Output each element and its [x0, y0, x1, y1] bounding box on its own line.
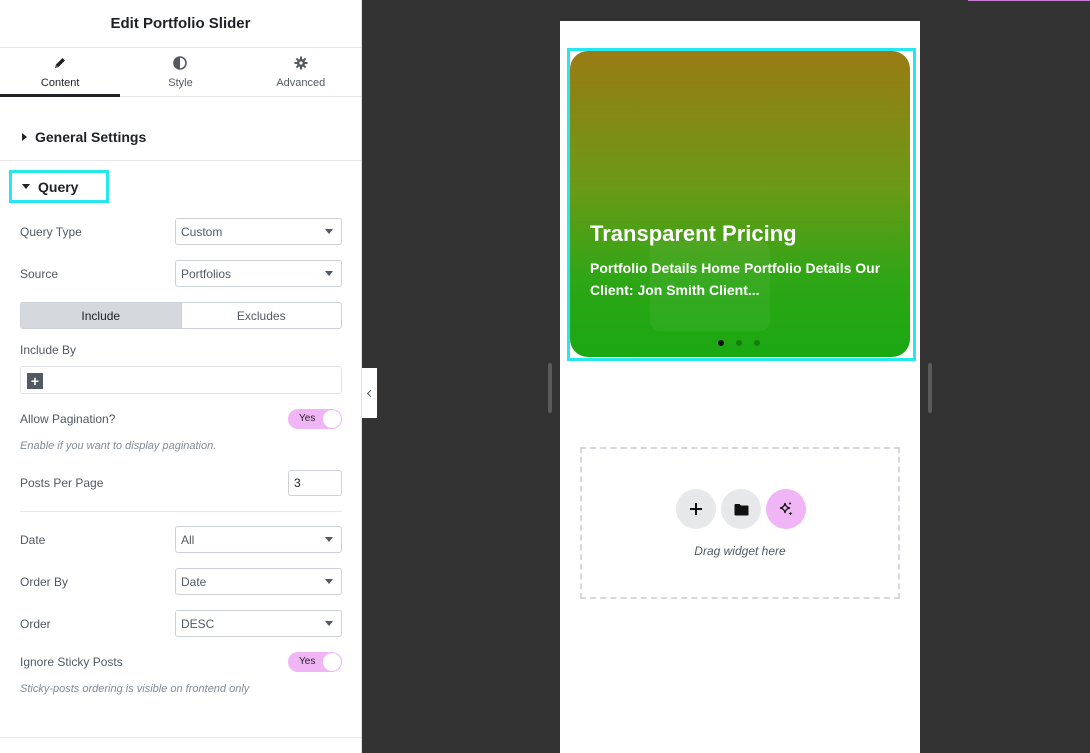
- sticky-help-text: Sticky-posts ordering is visible on fron…: [20, 683, 250, 695]
- template-library-button[interactable]: [721, 489, 761, 529]
- panel-header: Edit Portfolio Slider: [0, 0, 361, 48]
- field-label: Date: [20, 532, 46, 547]
- panel-title: Edit Portfolio Slider: [110, 15, 251, 32]
- tab-content[interactable]: Content: [0, 48, 121, 97]
- field-label: Allow Pagination?: [20, 412, 116, 426]
- select-value: Portfolios: [181, 266, 232, 281]
- divider: [20, 511, 342, 512]
- half-circle-icon: [173, 55, 188, 73]
- toggle-text: Yes: [299, 413, 316, 424]
- excludes-tab[interactable]: Excludes: [182, 303, 342, 328]
- select-value: All: [181, 532, 195, 547]
- pagination-help-text: Enable if you want to display pagination…: [20, 440, 217, 452]
- slide-description: Portfolio Details Home Portfolio Details…: [590, 260, 881, 298]
- field-label: Posts Per Page: [20, 476, 104, 490]
- ignore-sticky-toggle[interactable]: Yes: [288, 652, 342, 672]
- resize-handle-right[interactable]: [928, 363, 932, 413]
- tab-label: Content: [40, 76, 80, 89]
- include-tab[interactable]: Include: [21, 303, 182, 328]
- collapse-panel-button[interactable]: [362, 368, 377, 418]
- pagination-dot[interactable]: [736, 340, 742, 346]
- tab-label: Style: [168, 76, 193, 89]
- plus-icon: [690, 503, 702, 515]
- select-value: Date: [181, 574, 207, 589]
- add-section-button[interactable]: [676, 489, 716, 529]
- toggle-knob: [323, 653, 341, 671]
- allow-pagination-row: Allow Pagination? Yes: [20, 409, 342, 429]
- chevron-left-icon: [366, 389, 375, 397]
- field-label: Ignore Sticky Posts: [20, 655, 123, 669]
- sparkle-icon: [779, 502, 793, 516]
- plus-icon[interactable]: +: [27, 373, 43, 389]
- top-accent-bar: [968, 0, 1090, 1]
- drop-zone-buttons: [676, 489, 806, 529]
- source-row: Source Portfolios: [20, 260, 342, 287]
- section-title: General Settings: [35, 129, 147, 145]
- query-type-select[interactable]: Custom: [175, 218, 342, 245]
- include-by-field[interactable]: +: [20, 366, 342, 394]
- tab-advanced[interactable]: Advanced: [241, 48, 361, 96]
- resize-handle-left[interactable]: [548, 363, 552, 413]
- ignore-sticky-row: Ignore Sticky Posts Yes: [20, 652, 342, 672]
- tab-label: Advanced: [276, 76, 326, 89]
- query-section-toggle[interactable]: Query: [9, 170, 109, 203]
- panel-tabs: Content Style Advanced: [0, 48, 361, 97]
- caret-right-icon: [22, 133, 27, 141]
- general-settings-toggle[interactable]: General Settings: [22, 129, 146, 145]
- slider-pagination: [718, 340, 760, 346]
- divider: [0, 737, 361, 738]
- section-title: Query: [38, 178, 79, 195]
- toggle-text: Yes: [299, 656, 316, 667]
- allow-pagination-toggle[interactable]: Yes: [288, 409, 342, 429]
- toggle-knob: [323, 410, 341, 428]
- chevron-down-icon: [325, 537, 333, 542]
- source-select[interactable]: Portfolios: [175, 260, 342, 287]
- folder-icon: [734, 503, 748, 515]
- chevron-down-icon: [325, 579, 333, 584]
- query-type-row: Query Type Custom: [20, 218, 342, 245]
- field-label: Order By: [20, 574, 69, 589]
- chevron-down-icon: [325, 229, 333, 234]
- chevron-down-icon: [325, 271, 333, 276]
- field-label: Order: [20, 616, 51, 631]
- order-row: Order DESC: [20, 610, 342, 637]
- field-label: Source: [20, 266, 59, 281]
- widget-drop-zone[interactable]: Drag widget here: [580, 447, 900, 599]
- order-select[interactable]: DESC: [175, 610, 342, 637]
- select-value: Custom: [181, 224, 223, 239]
- pagination-dot[interactable]: [754, 340, 760, 346]
- posts-per-page-row: Posts Per Page 3: [20, 470, 342, 496]
- drop-zone-text: Drag widget here: [694, 544, 786, 558]
- divider: [0, 160, 361, 161]
- pencil-icon: [53, 56, 67, 73]
- slide-title: Transparent Pricing: [590, 221, 797, 246]
- include-exclude-switch: Include Excludes: [20, 302, 342, 329]
- gear-icon: [294, 56, 308, 73]
- tab-style[interactable]: Style: [120, 48, 240, 96]
- order-by-row: Order By Date: [20, 568, 342, 595]
- editor-panel: Edit Portfolio Slider Content Style Adva…: [0, 0, 362, 753]
- include-by-label: Include By: [20, 343, 77, 357]
- date-select[interactable]: All: [175, 526, 342, 553]
- posts-per-page-input[interactable]: 3: [288, 470, 342, 496]
- select-value: DESC: [181, 616, 215, 631]
- portfolio-slide[interactable]: Transparent Pricing Portfolio Details Ho…: [570, 51, 910, 357]
- chevron-down-icon: [325, 621, 333, 626]
- field-label: Query Type: [20, 224, 82, 239]
- order-by-select[interactable]: Date: [175, 568, 342, 595]
- ai-assistant-button[interactable]: [766, 489, 806, 529]
- pagination-dot[interactable]: [718, 340, 724, 346]
- date-row: Date All: [20, 526, 342, 553]
- caret-down-icon: [22, 184, 30, 189]
